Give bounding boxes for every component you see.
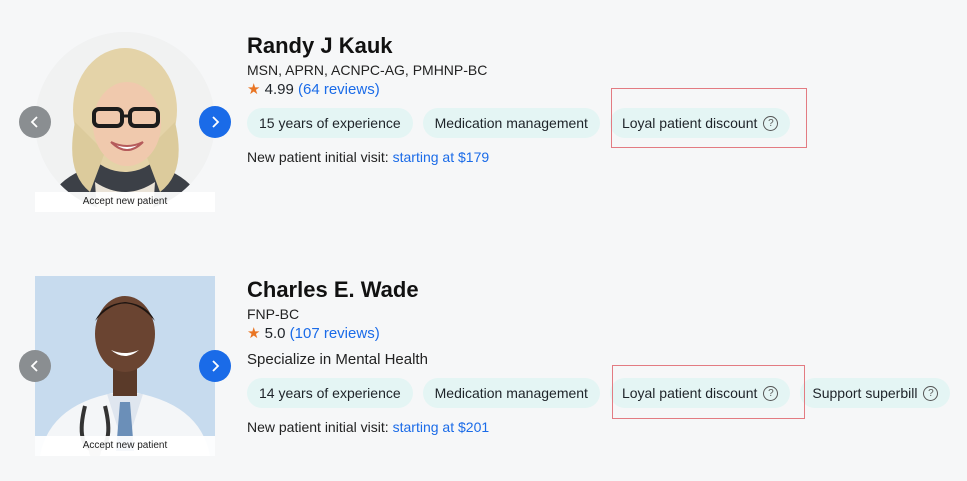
tag-medication-management: Medication management <box>422 378 600 408</box>
provider-specialty: Specialize in Mental Health <box>247 351 428 368</box>
chevron-left-icon <box>30 116 38 128</box>
accept-new-patient-badge: Accept new patient <box>35 436 215 456</box>
provider-info: Charles E. Wade FNP-BC ★ 5.0 (107 review… <box>247 276 951 436</box>
provider-tags: 14 years of experience Medication manage… <box>247 378 951 408</box>
chevron-right-icon <box>212 116 220 128</box>
tag-loyal-patient-discount[interactable]: Loyal patient discount? <box>609 108 791 138</box>
provider-photo <box>35 32 215 212</box>
provider-photo-carousel: Accept new patient <box>35 276 215 456</box>
accept-new-patient-badge: Accept new patient <box>35 192 215 212</box>
reviews-link[interactable]: (64 reviews) <box>298 81 380 98</box>
rating-value: 4.99 <box>264 81 294 98</box>
tag-support-superbill[interactable]: Support superbill? <box>800 378 951 408</box>
tag-experience: 15 years of experience <box>247 108 413 138</box>
tag-loyal-patient-discount[interactable]: Loyal patient discount? <box>609 378 791 408</box>
chevron-left-icon <box>30 360 38 372</box>
provider-photo <box>35 276 215 456</box>
provider-rating: ★ 5.0 (107 reviews) <box>247 324 950 344</box>
provider-credentials: FNP-BC <box>247 306 300 322</box>
provider-card: Accept new patient Randy J Kauk MSN, APR… <box>0 0 967 240</box>
visit-price-link[interactable]: starting at $179 <box>393 149 490 165</box>
provider-card: Accept new patient Charles E. Wade FNP-B… <box>0 262 967 481</box>
tag-experience: 14 years of experience <box>247 378 413 408</box>
provider-name[interactable]: Randy J Kauk <box>247 32 790 60</box>
provider-rating: ★ 4.99 (64 reviews) <box>247 80 790 100</box>
provider-info: Randy J Kauk MSN, APRN, ACNPC-AG, PMHNP-… <box>247 32 791 166</box>
help-icon[interactable]: ? <box>763 115 779 131</box>
provider-credentials: MSN, APRN, ACNPC-AG, PMHNP-BC <box>247 62 488 78</box>
help-icon[interactable]: ? <box>763 385 779 401</box>
carousel-next-button[interactable] <box>199 350 231 382</box>
provider-name[interactable]: Charles E. Wade <box>247 276 950 304</box>
chevron-right-icon <box>212 360 220 372</box>
help-icon[interactable]: ? <box>923 385 939 401</box>
tag-medication-management: Medication management <box>422 108 600 138</box>
star-icon: ★ <box>247 325 261 342</box>
provider-tags: 15 years of experience Medication manage… <box>247 108 791 138</box>
star-icon: ★ <box>247 81 261 98</box>
carousel-next-button[interactable] <box>199 106 231 138</box>
visit-price-link[interactable]: starting at $201 <box>393 419 490 435</box>
carousel-prev-button[interactable] <box>19 106 51 138</box>
reviews-link[interactable]: (107 reviews) <box>290 325 380 342</box>
initial-visit-price: New patient initial visit: starting at $1… <box>247 149 490 165</box>
initial-visit-price: New patient initial visit: starting at $2… <box>247 419 490 435</box>
rating-value: 5.0 <box>264 325 286 342</box>
provider-photo-carousel: Accept new patient <box>35 32 215 212</box>
carousel-prev-button[interactable] <box>19 350 51 382</box>
